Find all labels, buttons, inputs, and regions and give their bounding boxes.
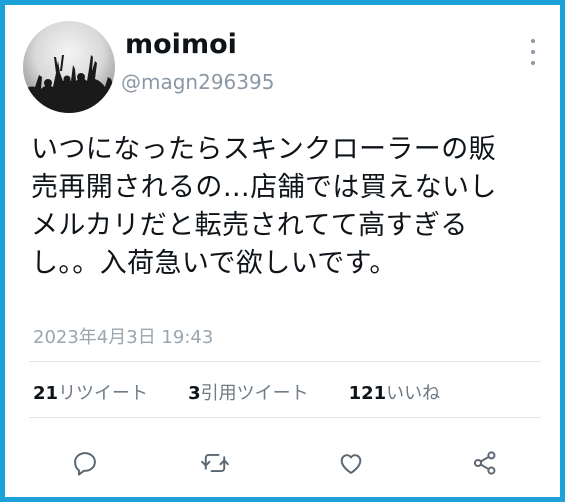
engagement-stats: 21リツイート 3引用ツイート 121いいね <box>33 379 480 404</box>
user-handle[interactable]: @magn296395 <box>121 70 274 94</box>
avatar[interactable] <box>23 21 115 113</box>
share-button[interactable] <box>467 445 503 481</box>
retweets-stat[interactable]: 21リツイート <box>33 379 149 404</box>
quotes-label: 引用ツイート <box>200 383 309 404</box>
quotes-stat[interactable]: 3引用ツイート <box>188 379 309 404</box>
share-icon <box>473 451 496 475</box>
crowd-silhouette-icon <box>23 55 115 113</box>
tweet-text: いつになったらスキンクローラーの販 売再開されるの…店舗では買えないし メルカリ… <box>31 134 497 279</box>
retweet-icon <box>201 453 229 473</box>
tweet-card: moimoi @magn296395 いつになったらスキンクローラーの販 売再開… <box>0 0 565 502</box>
retweets-count: 21 <box>33 383 59 404</box>
quotes-count: 3 <box>188 383 201 404</box>
more-vertical-icon[interactable] <box>526 39 540 73</box>
likes-count: 121 <box>348 383 387 404</box>
reply-button[interactable] <box>67 445 103 481</box>
display-name[interactable]: moimoi <box>125 29 237 60</box>
heart-icon <box>340 454 362 474</box>
likes-label: いいね <box>386 383 441 404</box>
divider <box>29 361 541 362</box>
tweet-timestamp[interactable]: 2023年4月3日 19:43 <box>33 323 213 349</box>
retweet-button[interactable] <box>197 445 233 481</box>
action-bar <box>5 445 565 485</box>
reply-icon <box>74 452 96 476</box>
likes-stat[interactable]: 121いいね <box>348 379 441 404</box>
retweets-label: リツイート <box>58 383 149 404</box>
divider <box>29 417 541 418</box>
like-button[interactable] <box>333 445 369 481</box>
